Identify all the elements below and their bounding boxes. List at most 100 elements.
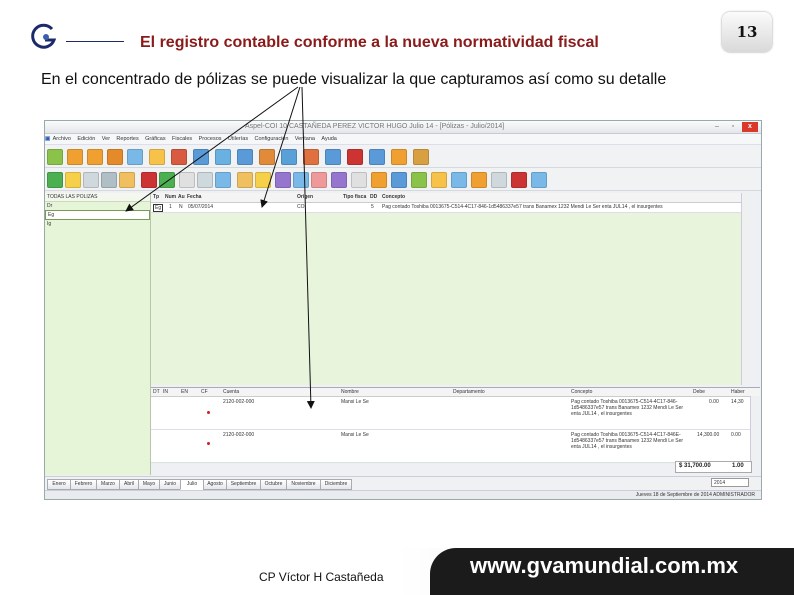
col-cuenta[interactable]: Cuenta xyxy=(223,389,239,395)
close-icon[interactable]: x xyxy=(742,122,758,132)
menu-ver[interactable]: Ver xyxy=(102,134,110,144)
app-menu-icon[interactable]: ▣ xyxy=(45,134,50,144)
note-icon[interactable] xyxy=(255,172,271,188)
add-icon[interactable] xyxy=(47,172,63,188)
delete-icon[interactable] xyxy=(141,172,157,188)
col-en[interactable]: EN xyxy=(181,389,188,395)
col-dd[interactable]: DD xyxy=(370,194,377,200)
tab-febrero[interactable]: Febrero xyxy=(70,479,97,490)
validate-icon[interactable] xyxy=(411,172,427,188)
copy-icon[interactable] xyxy=(83,172,99,188)
tab-mayo[interactable]: Mayo xyxy=(138,479,160,490)
table-row[interactable]: 2120-002-000 Mansi Le Se Pag contado Tos… xyxy=(151,430,751,463)
tab-agosto[interactable]: Agosto xyxy=(203,479,227,490)
col-in[interactable]: IN xyxy=(163,389,168,395)
menu-configuracion[interactable]: Configuración xyxy=(254,134,288,144)
col-nombre[interactable]: Nombre xyxy=(341,389,359,395)
tools-icon[interactable] xyxy=(471,172,487,188)
tab-julio[interactable]: Julio xyxy=(180,479,204,490)
report-icon[interactable] xyxy=(369,149,385,165)
table-view-icon[interactable] xyxy=(491,172,507,188)
window-icon[interactable] xyxy=(531,172,547,188)
table-row[interactable]: 2120-002-000 Mansi Le Se Pag contado Tos… xyxy=(151,397,751,430)
col-tipo-fiscal[interactable]: Tipo fisca xyxy=(343,194,366,200)
export-icon[interactable] xyxy=(391,149,407,165)
policies-icon[interactable] xyxy=(87,149,103,165)
col-num[interactable]: Num xyxy=(165,194,176,200)
tab-noviembre[interactable]: Noviembre xyxy=(286,479,321,490)
home-icon[interactable] xyxy=(171,149,187,165)
table-row[interactable]: Eg 1 N 05/07/2014 COI 5 Pag contado Tosh… xyxy=(151,203,751,213)
maximize-icon[interactable]: ▫ xyxy=(725,122,741,132)
zoom-icon[interactable] xyxy=(293,172,309,188)
filter-icon[interactable] xyxy=(215,172,231,188)
slide-title: El registro contable conforme a la nueva… xyxy=(140,34,599,51)
tab-abril[interactable]: Abril xyxy=(119,479,139,490)
grid-icon[interactable] xyxy=(215,149,231,165)
folder-icon[interactable] xyxy=(149,149,165,165)
catalog-icon[interactable] xyxy=(47,149,63,165)
col-dt[interactable]: DT xyxy=(153,389,160,395)
col-origen[interactable]: Origen xyxy=(297,194,313,200)
tab-enero[interactable]: Enero xyxy=(47,479,71,490)
config-icon[interactable] xyxy=(413,149,429,165)
policy-type-eg[interactable]: Eg xyxy=(45,210,150,220)
open-icon[interactable] xyxy=(237,172,253,188)
search-icon[interactable] xyxy=(275,172,291,188)
col-haber[interactable]: Haber xyxy=(731,389,745,395)
calendar-icon[interactable] xyxy=(281,149,297,165)
year-select[interactable]: 2014 xyxy=(711,478,749,487)
calculator-icon[interactable] xyxy=(325,149,341,165)
list-icon[interactable] xyxy=(237,149,253,165)
col-departamento[interactable]: Departamento xyxy=(453,389,485,395)
col-concepto[interactable]: Concepto xyxy=(382,194,405,200)
accounts-icon[interactable] xyxy=(67,149,83,165)
menu-ayuda[interactable]: Ayuda xyxy=(321,134,337,144)
menu-archivo[interactable]: Archivo xyxy=(53,134,71,144)
col-fecha[interactable]: Fecha xyxy=(187,194,201,200)
col-detail-concepto[interactable]: Concepto xyxy=(571,389,592,395)
footer-url[interactable]: www.gvamundial.com.mx xyxy=(470,553,738,579)
policy-type-ig[interactable]: Ig xyxy=(45,220,150,228)
alert-icon[interactable] xyxy=(511,172,527,188)
tab-diciembre[interactable]: Diciembre xyxy=(320,479,352,490)
menu-graficas[interactable]: Gráficas xyxy=(145,134,165,144)
menu-ventana[interactable]: Ventana xyxy=(295,134,315,144)
print-icon[interactable] xyxy=(197,172,213,188)
menu-edicion[interactable]: Edición xyxy=(77,134,95,144)
menu-reportes[interactable]: Reportes xyxy=(116,134,138,144)
detail-scrollbar[interactable] xyxy=(750,396,760,464)
print-preview-icon[interactable] xyxy=(179,172,195,188)
edit-icon[interactable] xyxy=(65,172,81,188)
check-icon[interactable] xyxy=(431,172,447,188)
col-tp[interactable]: Tp xyxy=(153,194,159,200)
budget-icon[interactable] xyxy=(127,149,143,165)
departments-icon[interactable] xyxy=(107,149,123,165)
cfdi-icon[interactable] xyxy=(391,172,407,188)
table-icon[interactable] xyxy=(193,149,209,165)
fiscal-icon[interactable] xyxy=(347,149,363,165)
refresh-icon[interactable] xyxy=(159,172,175,188)
layout-icon[interactable] xyxy=(451,172,467,188)
tab-octubre[interactable]: Octubre xyxy=(260,479,287,490)
bar-chart-icon[interactable] xyxy=(303,149,319,165)
xml-icon[interactable] xyxy=(371,172,387,188)
col-cf[interactable]: CF xyxy=(201,389,208,395)
chart-icon[interactable] xyxy=(259,149,275,165)
tab-septiembre[interactable]: Septiembre xyxy=(226,479,261,490)
clipboard-icon[interactable] xyxy=(119,172,135,188)
paste-icon[interactable] xyxy=(101,172,117,188)
policy-type-dr[interactable]: Dr xyxy=(45,202,150,210)
col-debe[interactable]: Debe xyxy=(693,389,705,395)
link-icon[interactable] xyxy=(311,172,327,188)
minimize-icon[interactable]: – xyxy=(709,122,725,132)
policies-scrollbar[interactable] xyxy=(741,193,751,385)
menu-fiscales[interactable]: Fiscales xyxy=(172,134,192,144)
menu-utilerias[interactable]: Utilerías xyxy=(228,134,248,144)
menu-procesos[interactable]: Procesos xyxy=(199,134,222,144)
attach-icon[interactable] xyxy=(331,172,347,188)
document-icon[interactable] xyxy=(351,172,367,188)
tab-junio[interactable]: Junio xyxy=(159,479,181,490)
tab-marzo[interactable]: Marzo xyxy=(96,479,120,490)
col-au[interactable]: Au xyxy=(178,194,185,200)
